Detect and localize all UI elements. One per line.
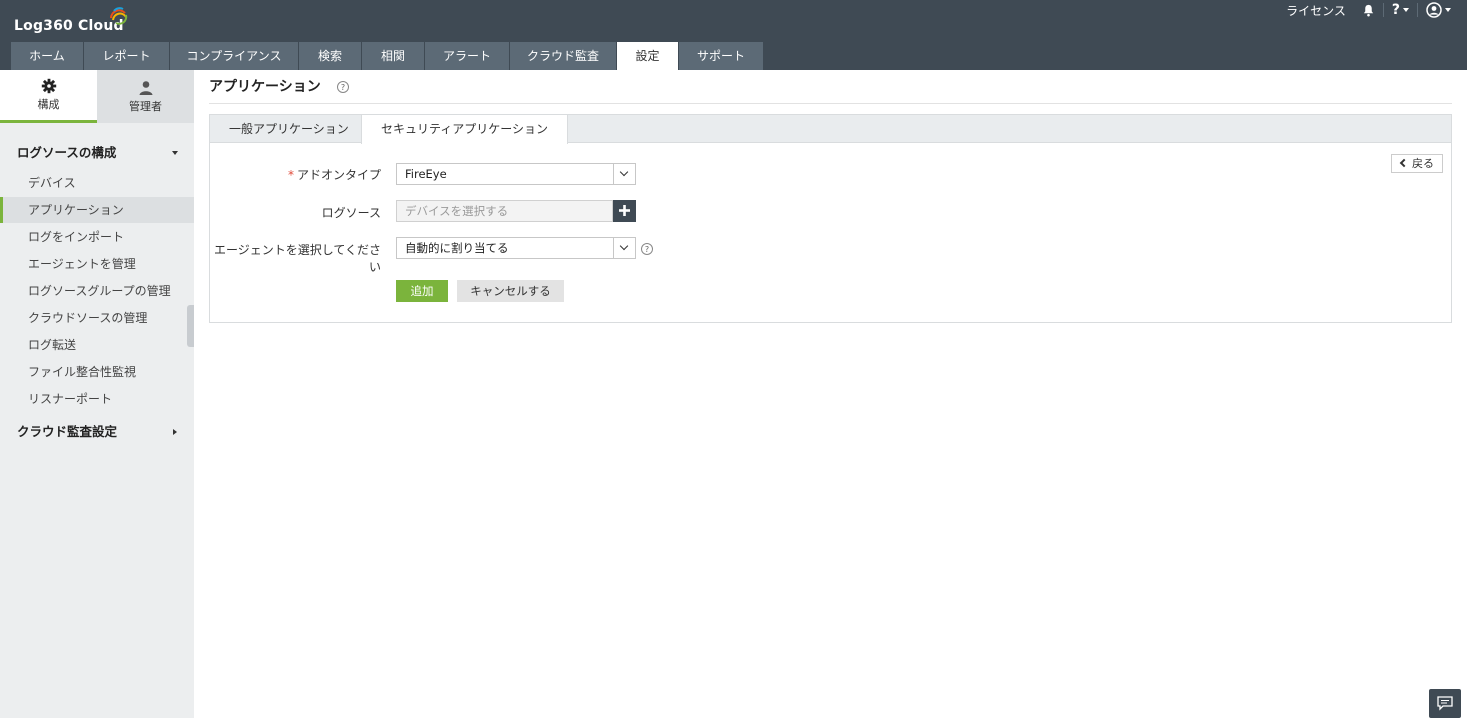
- license-link[interactable]: ライセンス: [1278, 0, 1354, 20]
- sidebar-item-log-forwarding[interactable]: ログ転送: [0, 332, 194, 358]
- required-mark: *: [287, 168, 294, 182]
- main-nav: ホーム レポート コンプライアンス 検索 相関 アラート クラウド監査 設定 サ…: [11, 42, 764, 70]
- chevron-down-icon: [172, 151, 178, 155]
- tab-correlation[interactable]: 相関: [362, 42, 425, 70]
- chevron-left-icon: [1399, 158, 1409, 168]
- header-actions: ライセンス ?: [1278, 0, 1459, 20]
- chevron-down-icon: [1403, 8, 1409, 12]
- sidebar-tab-admin[interactable]: 管理者: [97, 70, 194, 123]
- help-icon[interactable]: ?: [337, 81, 349, 93]
- sidebar-item-devices[interactable]: デバイス: [0, 170, 194, 196]
- sidebar-section-label: ログソースの構成: [17, 145, 117, 160]
- chat-button[interactable]: [1429, 689, 1461, 718]
- log-source-input[interactable]: デバイスを選択する: [396, 200, 613, 222]
- addon-type-select[interactable]: FireEye: [396, 163, 636, 185]
- app-logo[interactable]: Log360 Cloud: [14, 7, 128, 34]
- tab-support[interactable]: サポート: [679, 42, 764, 70]
- log-source-placeholder: デバイスを選択する: [405, 204, 509, 218]
- log-source-label: ログソース: [321, 206, 381, 220]
- sidebar-item-log-source-groups[interactable]: ログソースグループの管理: [0, 278, 194, 304]
- sidebar-section-cloud-audit-settings[interactable]: クラウド監査設定: [0, 420, 194, 444]
- back-button[interactable]: 戻る: [1391, 154, 1443, 173]
- sidebar-item-import-logs[interactable]: ログをインポート: [0, 224, 194, 250]
- tab-settings[interactable]: 設定: [617, 42, 679, 70]
- bell-icon: [1363, 4, 1374, 16]
- chevron-down-icon: [613, 238, 635, 258]
- help-menu-button[interactable]: ?: [1384, 0, 1417, 20]
- addon-type-value: FireEye: [405, 167, 447, 181]
- chevron-down-icon: [1445, 8, 1451, 12]
- chevron-right-icon: [173, 429, 177, 435]
- sidebar-section-label: クラウド監査設定: [17, 424, 118, 439]
- license-label: ライセンス: [1286, 3, 1346, 18]
- app-type-tabs: 一般アプリケーション セキュリティアプリケーション: [210, 115, 1451, 144]
- agent-value: 自動的に割り当てる: [405, 241, 509, 255]
- user-avatar-icon: [1426, 2, 1442, 18]
- help-icon[interactable]: ?: [641, 243, 653, 255]
- tab-cloud-audit[interactable]: クラウド監査: [510, 42, 617, 70]
- tab-home[interactable]: ホーム: [11, 42, 84, 70]
- chevron-down-icon: [613, 164, 635, 184]
- tab-search[interactable]: 検索: [299, 42, 362, 70]
- add-button[interactable]: 追加: [396, 280, 448, 302]
- sidebar-tab-label: 構成: [37, 98, 60, 111]
- sidebar-tab-configuration[interactable]: 構成: [0, 70, 97, 123]
- back-label: 戻る: [1412, 157, 1434, 170]
- top-header: Log360 Cloud ライセンス ? ホーム レポート コンプライアンス 検…: [0, 0, 1467, 70]
- cancel-button[interactable]: キャンセルする: [457, 280, 564, 302]
- user-icon: [139, 80, 152, 95]
- sidebar-item-manage-agents[interactable]: エージェントを管理: [0, 251, 194, 277]
- tab-security-applications[interactable]: セキュリティアプリケーション: [361, 115, 569, 144]
- title-divider: [209, 103, 1452, 104]
- left-sidebar: 構成 管理者 ログソースの構成 デバイス アプリケーション ログをインポート エ…: [0, 70, 194, 718]
- application-panel: 一般アプリケーション セキュリティアプリケーション 戻る * アドオンタイプ Fi…: [209, 114, 1452, 323]
- sidebar-item-applications[interactable]: アプリケーション: [0, 197, 194, 223]
- sidebar-item-listener-ports[interactable]: リスナーポート: [0, 386, 194, 412]
- logo-swirl-icon: [110, 7, 128, 25]
- sidebar-section-log-source-config[interactable]: ログソースの構成: [0, 141, 194, 165]
- sidebar-tab-label: 管理者: [129, 99, 162, 113]
- sidebar-collapse-handle[interactable]: [187, 305, 194, 347]
- sidebar-item-cloud-sources[interactable]: クラウドソースの管理: [0, 305, 194, 331]
- notifications-button[interactable]: [1354, 0, 1383, 20]
- help-icon: ?: [1391, 2, 1400, 18]
- page-title: アプリケーション: [209, 79, 321, 95]
- tab-alerts[interactable]: アラート: [425, 42, 510, 70]
- tab-compliance[interactable]: コンプライアンス: [170, 42, 299, 70]
- plus-icon: [619, 205, 630, 216]
- addon-type-label-text: アドオンタイプ: [296, 168, 381, 182]
- chat-icon: [1437, 696, 1453, 711]
- sidebar-item-file-integrity[interactable]: ファイル整合性監視: [0, 359, 194, 385]
- agent-select[interactable]: 自動的に割り当てる: [396, 237, 636, 259]
- user-menu-button[interactable]: [1418, 0, 1459, 20]
- gear-icon: [41, 78, 56, 94]
- tab-reports[interactable]: レポート: [84, 42, 170, 70]
- tab-general-applications[interactable]: 一般アプリケーション: [210, 115, 368, 144]
- addon-type-label: * アドオンタイプ: [210, 166, 381, 183]
- agent-label: エージェントを選択してください: [213, 243, 381, 274]
- add-log-source-button[interactable]: [613, 200, 636, 222]
- sidebar-tabs: 構成 管理者: [0, 70, 194, 123]
